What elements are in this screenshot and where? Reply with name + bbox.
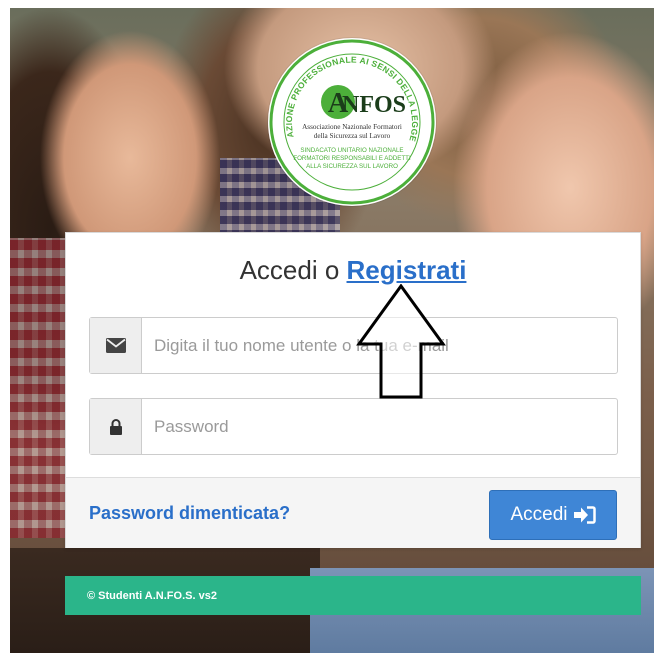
logo-green-1: SINDACATO UNITARIO NAZIONALE xyxy=(300,147,403,154)
logo-acronym: NFOS xyxy=(342,92,406,118)
password-input[interactable] xyxy=(142,399,617,454)
lock-icon xyxy=(90,399,142,454)
login-panel: Accedi o Registrati Password dimenticata… xyxy=(65,232,641,548)
logo-green-2: FORMATORI RESPONSABILI E ADDETTI xyxy=(293,155,411,162)
login-button-label: Accedi xyxy=(510,504,568,525)
anfos-logo-graphic: ASSOCIAZIONE PROFESSIONALE AI SENSI DELL… xyxy=(268,38,435,205)
logo-subtitle-1: Associazione Nazionale Formatori xyxy=(302,123,402,131)
envelope-icon xyxy=(90,318,142,373)
login-title: Accedi o Registrati xyxy=(66,255,640,286)
footer-copyright: © Studenti A.N.FO.S. vs2 xyxy=(87,589,217,602)
register-link[interactable]: Registrati xyxy=(347,255,467,285)
password-input-group xyxy=(89,398,618,455)
footer-bar: © Studenti A.N.FO.S. vs2 xyxy=(65,576,641,615)
logo-green-3: ALLA SICUREZZA SUL LAVORO xyxy=(306,163,398,170)
logo-subtitle-2: della Sicurezza sul Lavoro xyxy=(314,132,391,140)
sign-in-icon xyxy=(573,506,596,524)
login-title-prefix: Accedi o xyxy=(239,255,347,285)
username-input-group xyxy=(89,317,618,374)
login-button[interactable]: Accedi xyxy=(489,490,617,540)
username-input[interactable] xyxy=(142,318,617,373)
anfos-logo: ASSOCIAZIONE PROFESSIONALE AI SENSI DELL… xyxy=(268,38,436,206)
background-shirt-pattern xyxy=(10,238,70,538)
login-panel-footer: Password dimenticata? Accedi xyxy=(66,477,640,548)
forgot-password-link[interactable]: Password dimenticata? xyxy=(89,503,290,524)
